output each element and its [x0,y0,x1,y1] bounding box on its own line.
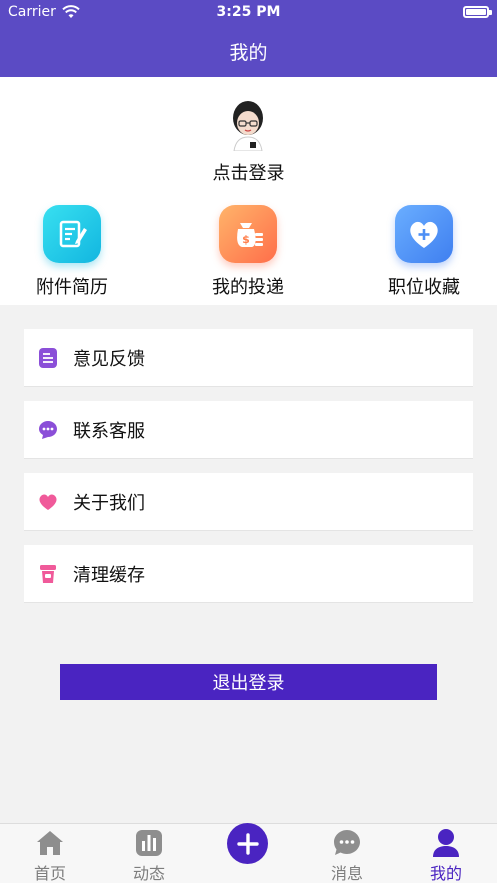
avatar[interactable] [226,99,270,151]
quick-action-label: 职位收藏 [388,277,460,298]
menu-item-label: 联系客服 [73,420,145,442]
tab-activity[interactable]: 动态 [104,824,194,883]
message-icon [332,828,362,858]
trash-icon [38,564,58,584]
plus-icon [236,832,259,855]
menu-item-label: 清理缓存 [73,564,145,586]
profile-section: 点击登录 附件简历 $ 我的投递 职位收藏 [0,77,497,305]
menu-item-contact-support[interactable]: 联系客服 [24,401,473,459]
status-bar: Carrier 3:25 PM [0,0,497,26]
quick-action-applications[interactable]: $ 我的投递 [178,205,318,299]
page-title: 我的 [229,42,268,64]
status-time: 3:25 PM [216,4,281,20]
tab-label: 消息 [330,864,363,883]
chart-icon [134,828,164,858]
tab-home[interactable]: 首页 [5,824,95,883]
menu-item-clear-cache[interactable]: 清理缓存 [24,545,473,603]
svg-text:$: $ [242,233,250,246]
logout-button[interactable]: 退出登录 [60,664,437,700]
resume-icon [43,205,101,263]
menu-item-label: 意见反馈 [73,348,145,370]
quick-action-label: 附件简历 [36,277,108,298]
tab-label: 我的 [429,864,462,883]
publish-plus-button[interactable] [227,823,268,864]
tab-mine[interactable]: 我的 [401,824,491,883]
tab-messages[interactable]: 消息 [302,824,392,883]
quick-action-resume[interactable]: 附件简历 [2,205,142,299]
quick-action-favorites[interactable]: 职位收藏 [354,205,494,299]
menu-item-about-us[interactable]: 关于我们 [24,473,473,531]
feedback-icon [38,347,58,368]
heart-icon [38,492,58,512]
heart-plus-icon [395,205,453,263]
money-bag-icon: $ [219,205,277,263]
tab-label: 动态 [132,864,165,883]
user-icon [431,828,461,858]
home-icon [35,828,65,858]
login-link[interactable]: 点击登录 [0,159,497,185]
tab-label: 首页 [33,864,66,883]
battery-icon [463,6,492,18]
quick-action-label: 我的投递 [212,277,284,298]
menu-item-label: 关于我们 [73,492,145,514]
menu-item-feedback[interactable]: 意见反馈 [24,329,473,387]
top-header: Carrier 3:25 PM 我的 [0,0,497,77]
chat-icon [38,420,58,440]
